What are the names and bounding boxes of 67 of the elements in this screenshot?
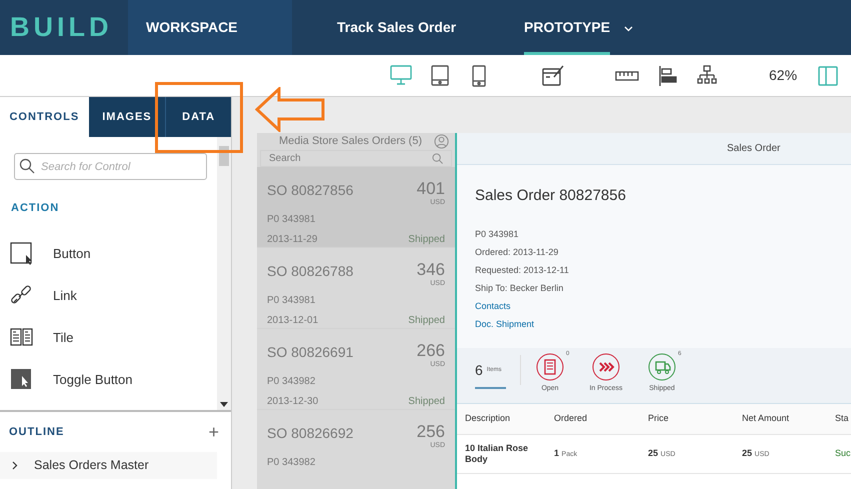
order-id: SO 80826788 <box>267 262 354 280</box>
list-title: Media Store Sales Orders (5) <box>278 134 422 149</box>
chevron-right-icon[interactable] <box>12 461 18 470</box>
order-id: SO 80826692 <box>267 424 354 442</box>
sitemap-icon[interactable] <box>697 64 717 86</box>
panel-toggle-icon[interactable] <box>818 66 838 86</box>
section-heading: ACTION <box>11 201 60 216</box>
table-cell-text: 10 Italian Rose Body <box>465 443 530 465</box>
breadcrumb-tab[interactable]: Track Sales Order <box>292 0 524 55</box>
add-button[interactable]: + <box>208 418 219 446</box>
search-icon <box>432 152 443 164</box>
column-header: Ordered <box>554 412 588 426</box>
ruler-icon[interactable] <box>615 68 639 82</box>
scroll-down-icon[interactable] <box>220 402 228 407</box>
object-attribute: Ordered: 2013-11-29 <box>475 246 558 256</box>
order-id: SO 80826691 <box>267 342 354 362</box>
order-date: 2013-12-01 <box>267 314 318 328</box>
control-item[interactable]: Tile <box>53 328 74 348</box>
order-status: Shipped <box>408 233 445 247</box>
order-id: SO 80827856 <box>267 180 354 200</box>
column-header: Description <box>465 412 512 426</box>
control-item[interactable]: Link <box>53 286 77 306</box>
object-attribute: Requested: 2013-12-11 <box>475 264 569 274</box>
toggle-control-icon <box>10 368 34 392</box>
column-header: Net Amount <box>742 412 790 426</box>
column-header: Price <box>648 412 670 426</box>
object-attribute: P0 343981 <box>475 228 519 238</box>
order-status: Shipped <box>408 395 445 409</box>
object-title: Sales Order 80827856 <box>475 186 627 206</box>
order-date: 2013-11-29 <box>267 233 318 247</box>
edit-form-icon[interactable] <box>541 64 565 88</box>
status-cell-text: Suc <box>835 447 851 460</box>
po-number: P0 343982 <box>267 456 316 470</box>
breadcrumb-tab[interactable]: WORKSPACE <box>128 0 292 55</box>
control-item[interactable]: Toggle Button <box>53 370 133 390</box>
arrow-annotation-icon <box>255 87 325 132</box>
zoom-level: 62% <box>769 66 798 85</box>
shipped-status-icon[interactable] <box>648 353 676 381</box>
button-control-icon <box>10 242 34 266</box>
order-date: 2013-12-30 <box>267 395 318 409</box>
panel-tab[interactable]: IMAGES <box>88 97 166 137</box>
order-amount: 256 <box>416 422 445 440</box>
po-number: P0 343981 <box>267 213 316 227</box>
page-title: Sales Order <box>727 142 780 156</box>
object-link[interactable]: Doc. Shipment <box>475 318 534 328</box>
order-amount: 401 <box>416 180 445 198</box>
control-item[interactable]: Button <box>53 244 91 264</box>
po-number: P0 343982 <box>267 375 316 389</box>
po-number: P0 343981 <box>267 294 316 308</box>
column-header: Sta <box>835 412 850 426</box>
section-heading: OUTLINE <box>9 424 64 440</box>
chevron-down-icon[interactable] <box>624 26 634 32</box>
search-placeholder: Search <box>269 152 301 166</box>
app-logo[interactable]: BUILD <box>0 7 128 48</box>
outline-label: Sales Orders Master <box>34 457 149 474</box>
order-amount: 266 <box>416 342 445 360</box>
process-status-icon[interactable] <box>592 353 620 381</box>
object-link[interactable]: Contacts <box>475 300 511 310</box>
order-amount: 346 <box>416 260 445 278</box>
search-field[interactable]: Search for Control <box>14 153 207 180</box>
panel-tab[interactable]: DATA <box>166 97 231 137</box>
outline-item[interactable]: Sales Orders Master <box>0 452 217 479</box>
open-status-icon[interactable] <box>536 353 564 381</box>
object-attribute: Ship To: Becker Berlin <box>475 282 564 292</box>
search-icon <box>19 158 35 174</box>
order-status: Shipped <box>408 314 445 328</box>
scrollbar[interactable] <box>217 137 231 410</box>
